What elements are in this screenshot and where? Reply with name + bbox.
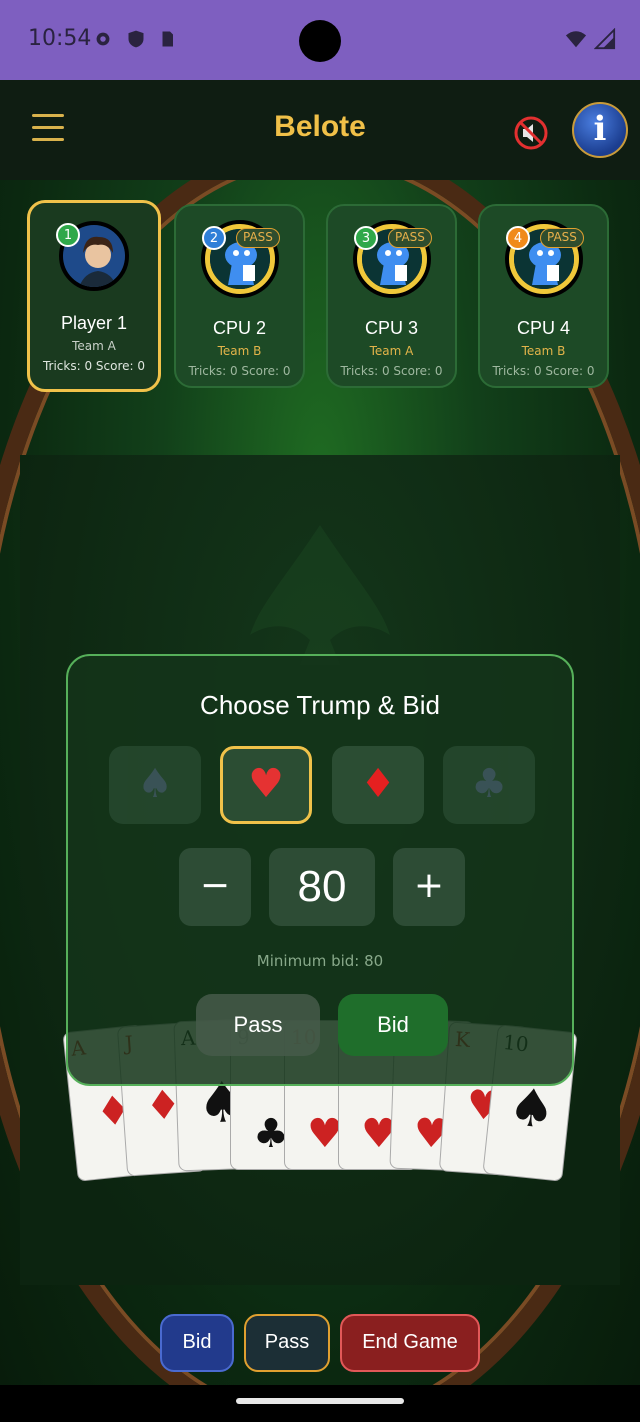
app-bar: Belote i bbox=[0, 80, 640, 180]
game-table: 1 Player 1 Team A Tricks: 0 Score: 0 2 P… bbox=[0, 180, 640, 1385]
player-team: Team A bbox=[369, 344, 414, 358]
end-game-button[interactable]: End Game bbox=[340, 1314, 480, 1372]
minimum-bid-text: Minimum bid: 80 bbox=[256, 952, 384, 970]
player-stats: Tricks: 0 Score: 0 bbox=[188, 364, 291, 378]
player-name: Player 1 bbox=[60, 313, 128, 333]
gear-icon bbox=[96, 32, 110, 46]
suit-hearts-button[interactable]: ♥ bbox=[220, 746, 312, 824]
pass-badge: PASS bbox=[236, 228, 280, 248]
dialog-bid-button[interactable]: Bid bbox=[338, 994, 448, 1056]
player-team: Team A bbox=[72, 339, 116, 353]
status-time: 10:54 bbox=[28, 26, 92, 51]
player-number-badge: 3 bbox=[354, 226, 378, 250]
dialog-pass-button[interactable]: Pass bbox=[196, 994, 320, 1056]
shield-icon bbox=[128, 30, 144, 48]
info-button[interactable]: i bbox=[572, 102, 628, 158]
player-number-badge: 2 bbox=[202, 226, 226, 250]
signal-icon bbox=[594, 28, 616, 50]
increase-bid-button[interactable]: + bbox=[393, 848, 465, 926]
spades-icon: ♠ bbox=[137, 761, 173, 807]
decrease-bid-button[interactable]: − bbox=[179, 848, 251, 926]
player-card-1[interactable]: 1 Player 1 Team A Tricks: 0 Score: 0 bbox=[27, 200, 161, 392]
gesture-nav-handle[interactable] bbox=[236, 1398, 404, 1404]
player-number-badge: 1 bbox=[56, 223, 80, 247]
clubs-icon: ♣ bbox=[471, 761, 507, 807]
player-card-2[interactable]: 2 PASS CPU 2 Team B Tricks: 0 Score: 0 bbox=[174, 204, 305, 388]
camera-cutout bbox=[299, 20, 341, 62]
player-stats: Tricks: 0 Score: 0 bbox=[42, 359, 146, 373]
pass-badge: PASS bbox=[388, 228, 432, 248]
dialog-title: Choose Trump & Bid bbox=[200, 690, 440, 720]
wifi-icon bbox=[565, 31, 587, 48]
status-icons-left bbox=[92, 28, 176, 50]
player-card-3[interactable]: 3 PASS CPU 3 Team A Tricks: 0 Score: 0 bbox=[326, 204, 457, 388]
bottom-action-bar: Bid Pass End Game bbox=[0, 1314, 640, 1374]
hearts-icon: ♥ bbox=[248, 761, 284, 807]
suit-diamonds-button[interactable]: ♦ bbox=[332, 746, 424, 824]
pass-button[interactable]: Pass bbox=[244, 1314, 330, 1372]
player-name: CPU 2 bbox=[212, 318, 266, 338]
trump-bid-dialog: Choose Trump & Bid ♠ ♥ ♦ ♣ − 80 + Minimu… bbox=[66, 654, 574, 1086]
player-stats: Tricks: 0 Score: 0 bbox=[340, 364, 443, 378]
bid-button[interactable]: Bid bbox=[160, 1314, 234, 1372]
diamonds-icon: ♦ bbox=[360, 761, 396, 807]
status-bar: 10:54 bbox=[0, 0, 640, 80]
suit-spades-button[interactable]: ♠ bbox=[109, 746, 201, 824]
player-name: CPU 3 bbox=[364, 318, 418, 338]
player-name: CPU 4 bbox=[516, 318, 570, 338]
player-card-4[interactable]: 4 PASS CPU 4 Team B Tricks: 0 Score: 0 bbox=[478, 204, 609, 388]
suit-clubs-button[interactable]: ♣ bbox=[443, 746, 535, 824]
status-icons-right bbox=[564, 28, 616, 50]
player-number-badge: 4 bbox=[506, 226, 530, 250]
sdcard-icon bbox=[162, 31, 173, 47]
player-team: Team B bbox=[217, 344, 262, 358]
speaker-muted-icon[interactable] bbox=[514, 116, 548, 150]
pass-badge: PASS bbox=[540, 228, 584, 248]
bid-value: 80 bbox=[269, 848, 375, 926]
player-stats: Tricks: 0 Score: 0 bbox=[492, 364, 595, 378]
player-team: Team B bbox=[521, 344, 566, 358]
